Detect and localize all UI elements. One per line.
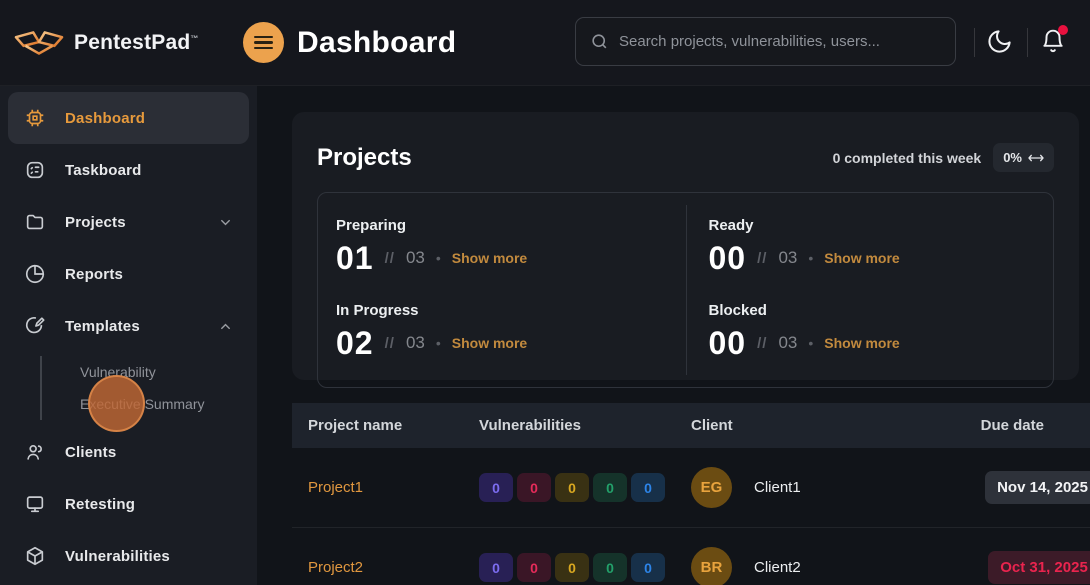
sidebar-item-clients[interactable]: Clients bbox=[8, 426, 249, 478]
col-header-client: Client bbox=[677, 417, 967, 434]
client-name: Client2 bbox=[754, 559, 801, 576]
col-header-project-name: Project name bbox=[292, 417, 465, 434]
sidebar-item-retesting[interactable]: Retesting bbox=[8, 478, 249, 530]
template-icon bbox=[24, 315, 46, 337]
medium-count-badge: 0 bbox=[555, 553, 589, 582]
projects-card-title: Projects bbox=[317, 144, 412, 172]
client-avatar: BR bbox=[691, 547, 732, 585]
subnav-item-vulnerability[interactable]: Vulnerability bbox=[42, 356, 257, 388]
low-count-badge: 0 bbox=[593, 553, 627, 582]
high-count-badge: 0 bbox=[517, 473, 551, 502]
global-search[interactable] bbox=[575, 17, 956, 66]
show-more-link[interactable]: Show more bbox=[824, 250, 899, 266]
sidebar-toggle-button[interactable] bbox=[243, 22, 284, 63]
due-date-badge: Nov 14, 2025 bbox=[985, 471, 1090, 504]
show-more-link[interactable]: Show more bbox=[452, 335, 527, 351]
sidebar-item-dashboard[interactable]: Dashboard bbox=[8, 92, 249, 144]
stat-ready: Ready 00 // 03 • Show more bbox=[686, 205, 1054, 290]
search-input[interactable] bbox=[619, 33, 941, 50]
top-bar: PentestPad™ Dashboard bbox=[0, 0, 1090, 86]
col-header-due-date: Due date bbox=[967, 417, 1090, 434]
table-header: Project name Vulnerabilities Client Due … bbox=[292, 403, 1090, 448]
stat-blocked: Blocked 00 // 03 • Show more bbox=[686, 290, 1054, 375]
sidebar-item-taskboard[interactable]: Taskboard bbox=[8, 144, 249, 196]
projects-card: Projects 0 completed this week 0% Prepar… bbox=[292, 112, 1079, 380]
table-row[interactable]: Project1 0 0 0 0 0 EG Client1 Nov 14, 20… bbox=[292, 448, 1090, 528]
critical-count-badge: 0 bbox=[479, 473, 513, 502]
stat-value: 01 bbox=[336, 242, 374, 274]
chevron-up-icon bbox=[218, 319, 233, 334]
templates-subnav: Vulnerability Executive Summary bbox=[40, 356, 257, 420]
project-link[interactable]: Project1 bbox=[308, 479, 363, 496]
info-count-badge: 0 bbox=[631, 473, 665, 502]
chip-icon bbox=[24, 107, 46, 129]
stat-value: 02 bbox=[336, 327, 374, 359]
notification-dot bbox=[1058, 25, 1068, 35]
project-link[interactable]: Project2 bbox=[308, 559, 363, 576]
trademark: ™ bbox=[190, 34, 198, 43]
notifications-button[interactable] bbox=[1040, 28, 1066, 55]
low-count-badge: 0 bbox=[593, 473, 627, 502]
taskboard-icon bbox=[24, 159, 46, 181]
header-divider bbox=[1027, 28, 1028, 57]
project-status-stats: Preparing 01 // 03 • Show more Ready 00 … bbox=[317, 192, 1054, 388]
chevron-down-icon bbox=[218, 215, 233, 230]
stat-value: 00 bbox=[709, 327, 747, 359]
brand-logo[interactable]: PentestPad™ bbox=[0, 28, 243, 58]
client-avatar: EG bbox=[691, 467, 732, 508]
hamburger-icon bbox=[254, 33, 273, 53]
pie-icon bbox=[24, 263, 46, 285]
vulnerability-count-badges: 0 0 0 0 0 bbox=[479, 553, 677, 582]
page-title: Dashboard bbox=[297, 26, 456, 60]
projects-table: Project name Vulnerabilities Client Due … bbox=[292, 403, 1090, 585]
pentestpad-wings-icon bbox=[14, 28, 64, 58]
brand-name: PentestPad™ bbox=[74, 31, 199, 55]
show-more-link[interactable]: Show more bbox=[452, 250, 527, 266]
left-right-arrow-icon bbox=[1028, 152, 1044, 164]
people-icon bbox=[24, 441, 46, 463]
info-count-badge: 0 bbox=[631, 553, 665, 582]
sidebar-item-reports[interactable]: Reports bbox=[8, 248, 249, 300]
vulnerability-count-badges: 0 0 0 0 0 bbox=[479, 473, 677, 502]
dark-mode-toggle[interactable] bbox=[986, 28, 1013, 55]
sidebar-item-templates[interactable]: Templates bbox=[8, 300, 249, 352]
critical-count-badge: 0 bbox=[479, 553, 513, 582]
table-row[interactable]: Project2 0 0 0 0 0 BR Client2 Oct 31, 20… bbox=[292, 528, 1090, 585]
stat-preparing: Preparing 01 // 03 • Show more bbox=[318, 205, 686, 290]
header-divider bbox=[974, 28, 975, 57]
monitor-icon bbox=[24, 493, 46, 515]
folder-icon bbox=[24, 211, 46, 233]
subnav-item-executive-summary[interactable]: Executive Summary bbox=[42, 388, 257, 420]
sidebar: Dashboard Taskboard Projects Reports bbox=[0, 86, 257, 585]
main-content: Projects 0 completed this week 0% Prepar… bbox=[257, 86, 1090, 585]
completion-percent-badge: 0% bbox=[993, 143, 1054, 172]
high-count-badge: 0 bbox=[517, 553, 551, 582]
completed-this-week-text: 0 completed this week bbox=[833, 150, 982, 166]
medium-count-badge: 0 bbox=[555, 473, 589, 502]
client-name: Client1 bbox=[754, 479, 801, 496]
due-date-badge-overdue: Oct 31, 2025 bbox=[988, 551, 1090, 584]
sidebar-item-projects[interactable]: Projects bbox=[8, 196, 249, 248]
show-more-link[interactable]: Show more bbox=[824, 335, 899, 351]
stat-value: 00 bbox=[709, 242, 747, 274]
search-icon bbox=[590, 32, 609, 51]
col-header-vulnerabilities: Vulnerabilities bbox=[465, 417, 677, 434]
moon-icon bbox=[986, 28, 1013, 55]
sidebar-item-vulnerabilities[interactable]: Vulnerabilities bbox=[8, 530, 249, 582]
stat-in-progress: In Progress 02 // 03 • Show more bbox=[318, 290, 686, 375]
cube-icon bbox=[24, 545, 46, 567]
